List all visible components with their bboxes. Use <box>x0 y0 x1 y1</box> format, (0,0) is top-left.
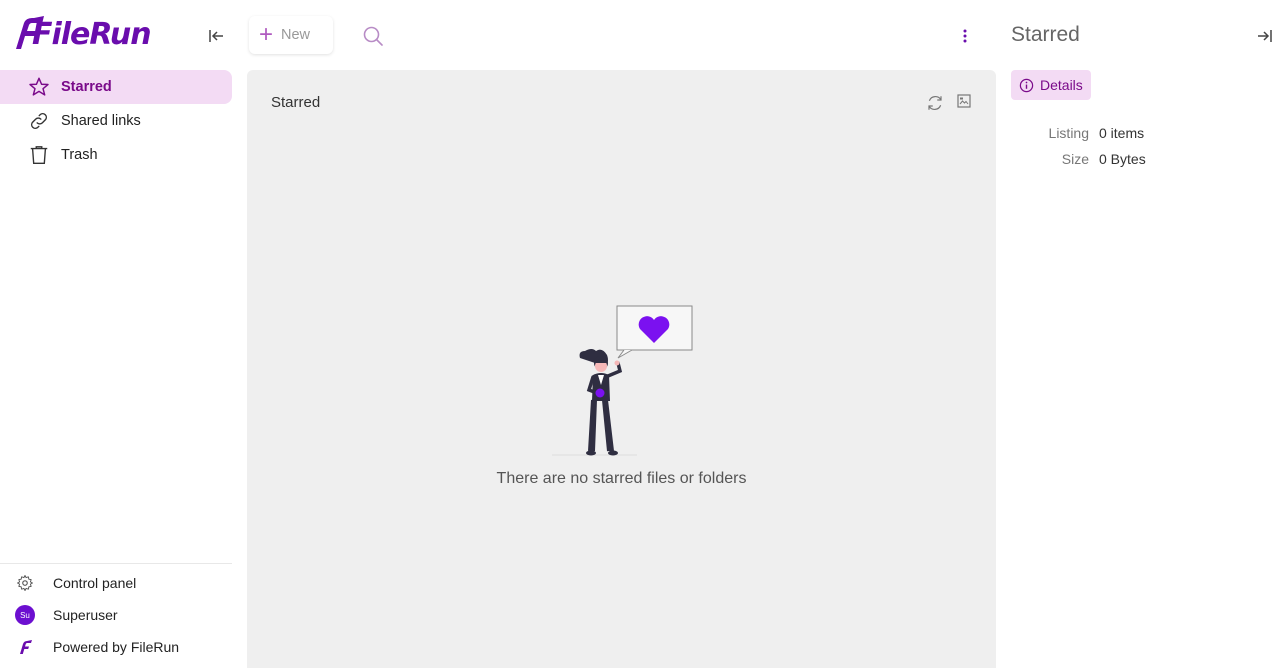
more-vertical-icon <box>963 29 967 43</box>
sidebar: FileRun Starred Shared links Trash Contr… <box>0 0 240 668</box>
info-row-size: Size 0 Bytes <box>1011 151 1281 171</box>
username-label: Superuser <box>53 607 118 623</box>
empty-state-message: There are no starred files or folders <box>496 470 747 487</box>
sidebar-item-starred[interactable]: Starred <box>0 70 232 104</box>
info-icon <box>1019 78 1034 93</box>
search-icon <box>363 26 383 46</box>
image-view-icon <box>957 94 971 108</box>
filerun-logo[interactable]: FileRun <box>12 14 152 56</box>
info-value: 0 items <box>1099 125 1145 141</box>
info-row-listing: Listing 0 items <box>1011 125 1281 145</box>
logo-text: FileRun <box>32 17 152 52</box>
collapse-details-button[interactable] <box>1254 25 1276 47</box>
info-key: Listing <box>1048 125 1089 141</box>
tab-details[interactable]: Details <box>1011 70 1091 100</box>
empty-state-illustration <box>552 305 693 456</box>
sidebar-item-trash[interactable]: Trash <box>0 138 232 172</box>
control-panel-link[interactable]: Control panel <box>0 567 232 599</box>
view-mode-button[interactable] <box>957 94 973 110</box>
tab-details-label: Details <box>1040 77 1083 93</box>
star-icon <box>28 76 50 98</box>
sidebar-item-label: Shared links <box>61 113 141 129</box>
new-button[interactable]: + New <box>249 16 333 54</box>
info-value: 0 Bytes <box>1099 151 1146 167</box>
sidebar-nav: Starred Shared links Trash <box>0 70 232 172</box>
page-title: Starred <box>271 94 321 111</box>
filerun-logo-icon <box>15 637 35 657</box>
powered-by-link[interactable]: Powered by FileRun <box>0 631 232 663</box>
details-panel: Starred Details Listing 0 items Size 0 B… <box>996 0 1286 668</box>
sidebar-item-label: Trash <box>61 147 98 163</box>
collapse-left-icon <box>209 30 223 42</box>
sidebar-item-shared-links[interactable]: Shared links <box>0 104 232 138</box>
new-button-label: New <box>281 27 311 43</box>
gear-icon <box>15 573 35 593</box>
refresh-icon <box>928 96 942 110</box>
avatar-wrap: Su <box>15 605 35 625</box>
more-options-button[interactable] <box>955 24 975 48</box>
refresh-button[interactable] <box>926 94 944 112</box>
details-panel-title: Starred <box>1011 23 1080 46</box>
plus-icon: + <box>259 21 274 48</box>
search-button[interactable] <box>361 24 385 48</box>
avatar: Su <box>15 605 35 625</box>
sidebar-item-label: Starred <box>61 79 112 95</box>
control-panel-label: Control panel <box>53 575 137 591</box>
collapse-sidebar-button[interactable] <box>204 24 228 48</box>
collapse-right-icon <box>1258 30 1272 42</box>
sidebar-footer: Control panel Su Superuser Powered by Fi… <box>0 563 232 663</box>
file-list-panel: Starred There are no starred files or fo… <box>247 70 996 668</box>
trash-icon <box>28 144 50 166</box>
info-key: Size <box>1061 151 1089 167</box>
user-menu[interactable]: Su Superuser <box>0 599 232 631</box>
powered-by-label: Powered by FileRun <box>53 639 180 655</box>
link-icon <box>28 110 50 132</box>
